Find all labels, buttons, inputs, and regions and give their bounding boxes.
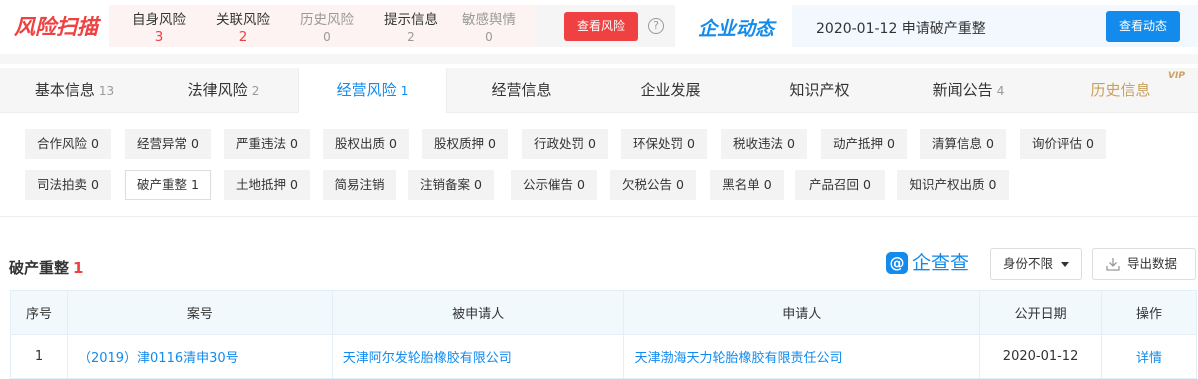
filter-chip[interactable]: 询价评估 0: [1020, 129, 1106, 159]
stat-label: 自身风险: [132, 12, 186, 28]
tab-ip[interactable]: 知识产权: [745, 68, 894, 113]
identity-filter-select[interactable]: 身份不限: [990, 248, 1082, 280]
filter-chip[interactable]: 产品召回 0: [795, 170, 885, 200]
tab-label: 企业发展: [640, 81, 701, 99]
col-header-date: 公开日期: [979, 290, 1103, 335]
filter-chip[interactable]: 注销备案 0: [408, 170, 494, 200]
filter-chip[interactable]: 严重违法 0: [224, 129, 310, 159]
table-header-row: 序号 案号 被申请人 申请人 公开日期 操作: [10, 290, 1197, 335]
filter-chip[interactable]: 破产重整 1: [125, 170, 211, 200]
latest-dynamic-text[interactable]: 2020-01-12 申请破产重整: [816, 18, 986, 38]
stat-value: 2: [238, 29, 248, 45]
stat-hint-info[interactable]: 提示信息 2: [371, 12, 451, 46]
stat-label: 敏感舆情: [462, 12, 516, 28]
stat-value: 2: [407, 30, 415, 44]
help-icon[interactable]: ?: [648, 18, 664, 34]
detail-link[interactable]: 详情: [1101, 334, 1197, 379]
tab-label: 知识产权: [789, 81, 850, 99]
qcc-logo: @ 企查查: [886, 252, 982, 276]
cell-case-no-link[interactable]: （2019）津0116清申30号: [66, 334, 333, 379]
filter-chip[interactable]: 司法拍卖 0: [25, 170, 111, 200]
risk-stats-panel: 自身风险 3 关联风险 2 历史风险 0 提示信息 2 敏感舆情 0: [109, 5, 535, 47]
stat-value: 0: [485, 30, 493, 44]
section-title-text: 破产重整: [9, 259, 70, 277]
tab-development[interactable]: 企业发展: [596, 68, 745, 113]
cell-date: 2020-01-12: [979, 334, 1103, 379]
filter-chip[interactable]: 简易注销: [323, 170, 396, 200]
tab-legal-risk[interactable]: 法律风险 2: [149, 68, 298, 113]
download-icon: [1106, 258, 1120, 271]
filter-chip[interactable]: 知识产权出质 0: [897, 170, 1009, 200]
filter-chip[interactable]: 黑名单 0: [710, 170, 784, 200]
company-dynamics-logo: 企业动态: [698, 18, 775, 40]
cell-respondent-link[interactable]: 天津阿尔发轮胎橡胶有限公司: [331, 334, 625, 379]
tab-label: 法律风险: [187, 81, 248, 99]
tab-label: 经营风险: [336, 81, 397, 99]
tab-count: 4: [996, 84, 1005, 98]
stat-value: 0: [323, 30, 331, 44]
col-header-applicant: 申请人: [623, 290, 981, 335]
filter-chip[interactable]: 动产抵押 0: [821, 129, 907, 159]
filter-chip[interactable]: 股权质押 0: [422, 129, 508, 159]
filter-chip[interactable]: 清算信息 0: [920, 129, 1006, 159]
view-risk-button[interactable]: 查看风险: [564, 12, 638, 41]
main-tabs: 基本信息 13 法律风险 2 经营风险 1 经营信息 企业发展 知识产权 新闻公告 4 …: [0, 68, 1198, 113]
stat-self-risk[interactable]: 自身风险 3: [119, 12, 199, 46]
filter-chip[interactable]: 税收违法 0: [721, 129, 807, 159]
cell-index: 1: [10, 334, 68, 379]
filter-chip[interactable]: 环保处罚 0: [621, 129, 707, 159]
section-title: 破产重整 1: [9, 257, 83, 278]
filter-chip[interactable]: 经营异常 0: [125, 129, 211, 159]
stat-history-risk[interactable]: 历史风险 0: [287, 12, 367, 46]
tab-operating-risk[interactable]: 经营风险 1: [298, 68, 447, 113]
col-header-respondent: 被申请人: [331, 290, 625, 335]
tab-label: 基本信息: [34, 81, 95, 99]
export-data-button[interactable]: 导出数据: [1092, 248, 1196, 280]
chevron-down-icon: [1061, 262, 1069, 267]
filter-chip[interactable]: 土地抵押 0: [224, 170, 310, 200]
tabs-spacer: [0, 54, 1198, 64]
risk-scan-logo: 风险扫描: [14, 15, 98, 39]
identity-filter-value: 身份不限: [1003, 256, 1054, 271]
col-header-action: 操作: [1101, 290, 1197, 335]
tab-count: 2: [251, 84, 260, 98]
qcc-logo-icon: @: [886, 252, 908, 274]
section-count: 1: [73, 259, 84, 277]
filter-chip[interactable]: 合作风险 0: [25, 129, 111, 159]
export-data-label: 导出数据: [1127, 256, 1178, 271]
qcc-logo-text: 企查查: [912, 252, 970, 274]
tab-label: 新闻公告: [932, 81, 993, 99]
tab-label: 经营信息: [491, 81, 552, 99]
stat-label: 提示信息: [384, 12, 438, 28]
risk-filter-chips: 合作风险 0 经营异常 0 严重违法 0 股权出质 0 股权质押 0 行政处罚 0 环保处罚…: [0, 113, 1198, 217]
cell-applicant-link[interactable]: 天津渤海天力轮胎橡胶有限责任公司: [623, 334, 981, 379]
filter-chip[interactable]: 欠税公告 0: [610, 170, 696, 200]
bankruptcy-table: 序号 案号 被申请人 申请人 公开日期 操作 1 （2019）津0116清申30…: [10, 290, 1197, 379]
tab-basic-info[interactable]: 基本信息 13: [0, 68, 149, 113]
col-header-index: 序号: [10, 290, 68, 335]
filter-chip[interactable]: 股权出质 0: [323, 129, 409, 159]
tab-news[interactable]: 新闻公告 4: [894, 68, 1043, 113]
tab-count: 1: [400, 84, 409, 98]
stat-value: 3: [154, 29, 164, 45]
risk-scan-bar: 风险扫描 自身风险 3 关联风险 2 历史风险 0 提示信息 2 敏感舆情 0 …: [0, 0, 1198, 54]
stat-label: 关联风险: [216, 12, 270, 28]
stat-related-risk[interactable]: 关联风险 2: [203, 12, 283, 46]
tab-label: 历史信息: [1090, 81, 1151, 99]
stat-sensitive-news[interactable]: 敏感舆情 0: [449, 12, 529, 46]
view-dynamics-button[interactable]: 查看动态: [1106, 11, 1180, 42]
tab-count: 13: [98, 84, 115, 98]
filter-chip[interactable]: 行政处罚 0: [522, 129, 608, 159]
tab-operating-info[interactable]: 经营信息: [447, 68, 596, 113]
filter-chip[interactable]: 公示催告 0: [511, 170, 597, 200]
stat-label: 历史风险: [300, 12, 354, 28]
vip-badge: VIP: [1168, 71, 1185, 81]
table-row: 1 （2019）津0116清申30号 天津阿尔发轮胎橡胶有限公司 天津渤海天力轮…: [10, 334, 1197, 379]
col-header-case-no: 案号: [66, 290, 333, 335]
